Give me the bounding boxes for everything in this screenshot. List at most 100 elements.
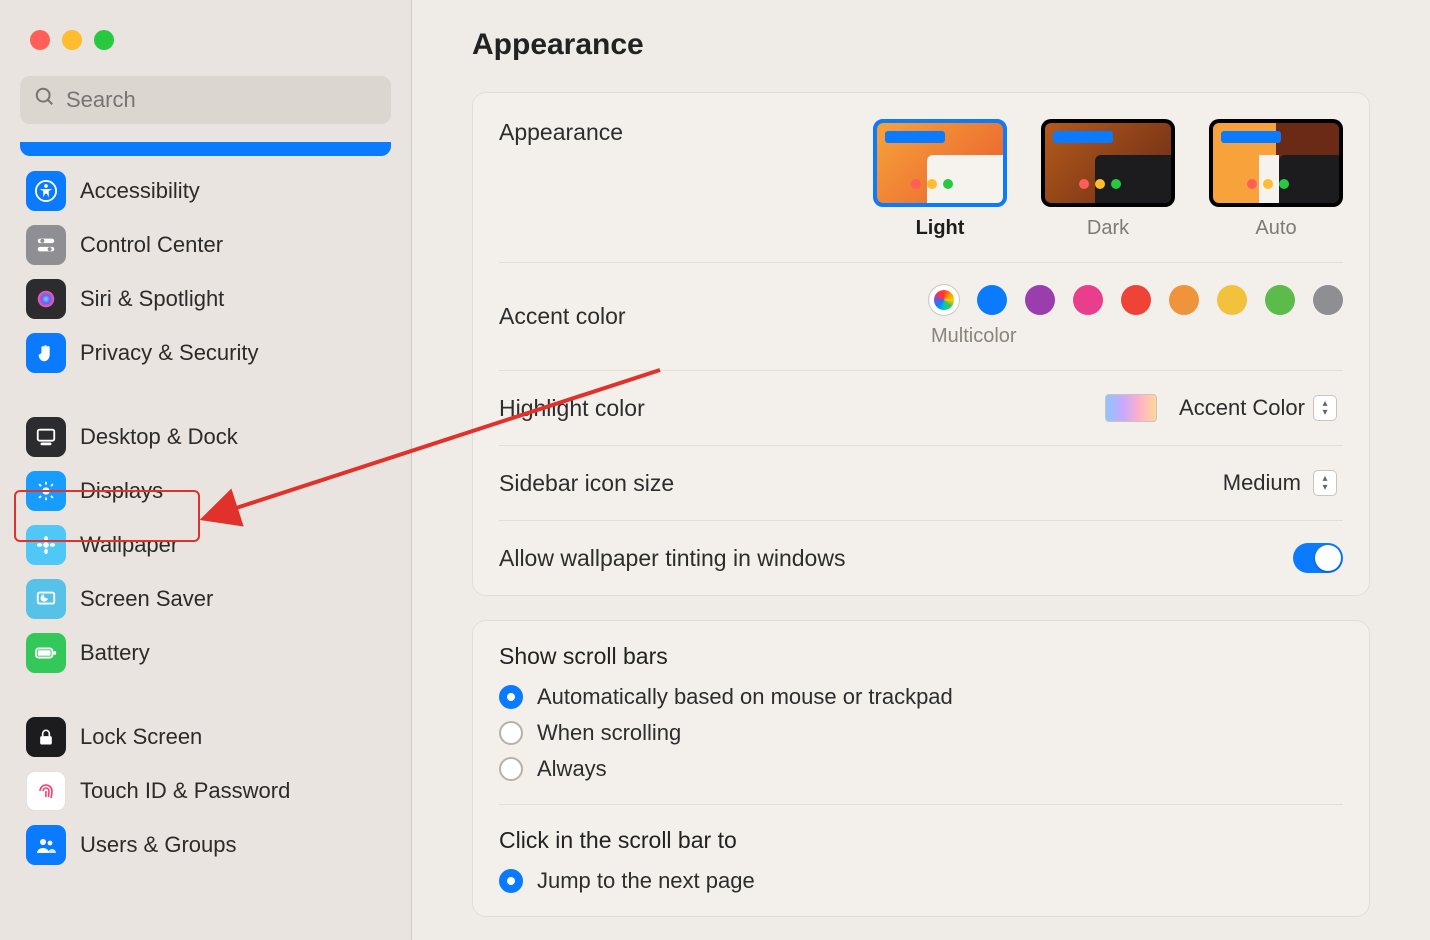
sidebar-icon-size-row: Sidebar icon size Medium ▴▾ <box>499 446 1343 521</box>
sidebar-item-label: Control Center <box>80 232 223 258</box>
sidebar-item-accessibility[interactable]: Accessibility <box>20 164 391 218</box>
scroll-option-when-scrolling[interactable]: When scrolling <box>499 720 1343 746</box>
window-controls <box>0 0 411 50</box>
radio-label: Always <box>537 756 607 782</box>
appearance-option-label: Dark <box>1041 217 1175 240</box>
minimize-window-button[interactable] <box>62 30 82 50</box>
stepper-icon: ▴▾ <box>1313 470 1337 496</box>
search-icon <box>34 86 56 114</box>
click-scrollbar-group: Click in the scroll bar to Jump to the n… <box>499 805 1343 916</box>
highlight-color-label: Highlight color <box>499 395 645 422</box>
sidebar-item-users-groups[interactable]: Users & Groups <box>20 818 391 872</box>
sidebar-item-label: Battery <box>80 640 150 666</box>
sidebar-item-siri-spotlight[interactable]: Siri & Spotlight <box>20 272 391 326</box>
sidebar-item-label: Touch ID & Password <box>80 778 290 804</box>
sidebar-item-wallpaper[interactable]: Wallpaper <box>20 518 391 572</box>
wallpaper-tinting-toggle[interactable] <box>1293 543 1343 573</box>
appearance-option-light[interactable]: Light <box>873 119 1007 240</box>
sidebar-selected-item-peek[interactable] <box>20 142 391 156</box>
accent-swatch-red[interactable] <box>1121 285 1151 315</box>
sidebar-icon-size-label: Sidebar icon size <box>499 470 674 497</box>
scroll-bars-group: Show scroll bars Automatically based on … <box>499 621 1343 805</box>
search-input[interactable] <box>66 87 377 113</box>
users-icon <box>26 825 66 865</box>
wallpaper-tinting-label: Allow wallpaper tinting in windows <box>499 545 845 572</box>
radio-label: Jump to the next page <box>537 868 755 894</box>
radio-icon <box>499 869 523 893</box>
select-value: Medium <box>1223 470 1301 496</box>
accent-swatch-yellow[interactable] <box>1217 285 1247 315</box>
sidebar-item-label: Screen Saver <box>80 586 213 612</box>
highlight-color-preview <box>1105 394 1157 422</box>
sidebar-item-label: Accessibility <box>80 178 200 204</box>
sidebar-item-label: Siri & Spotlight <box>80 286 224 312</box>
lock-icon <box>26 717 66 757</box>
sidebar-item-label: Lock Screen <box>80 724 202 750</box>
select-value: Accent Color <box>1179 395 1305 421</box>
fingerprint-icon <box>26 771 66 811</box>
battery-icon <box>26 633 66 673</box>
scroll-bars-heading: Show scroll bars <box>499 643 1343 670</box>
sidebar-item-label: Displays <box>80 478 163 504</box>
appearance-panel: Appearance Light Dark <box>472 92 1370 596</box>
radio-icon <box>499 721 523 745</box>
wallpaper-icon <box>26 525 66 565</box>
zoom-window-button[interactable] <box>94 30 114 50</box>
scroll-option-auto[interactable]: Automatically based on mouse or trackpad <box>499 684 1343 710</box>
sidebar-item-label: Users & Groups <box>80 832 237 858</box>
accent-color-caption: Multicolor <box>931 325 1017 348</box>
accent-swatch-orange[interactable] <box>1169 285 1199 315</box>
accent-color-swatches <box>929 285 1343 315</box>
sliders-icon <box>26 225 66 265</box>
appearance-options: Light Dark Auto <box>873 119 1343 240</box>
sidebar-nav: Accessibility Control Center Siri & Spot… <box>0 142 411 872</box>
accent-swatch-purple[interactable] <box>1025 285 1055 315</box>
brightness-icon <box>26 471 66 511</box>
click-scrollbar-heading: Click in the scroll bar to <box>499 827 1343 854</box>
search-field[interactable] <box>20 76 391 124</box>
highlight-color-select[interactable]: Accent Color ▴▾ <box>1169 393 1343 423</box>
sidebar-item-label: Desktop & Dock <box>80 424 238 450</box>
sidebar-item-label: Privacy & Security <box>80 340 259 366</box>
sidebar-item-touch-id[interactable]: Touch ID & Password <box>20 764 391 818</box>
dock-icon <box>26 417 66 457</box>
appearance-row: Appearance Light Dark <box>499 93 1343 263</box>
page-title: Appearance <box>472 28 1370 62</box>
accent-swatch-graphite[interactable] <box>1313 285 1343 315</box>
sidebar-item-lock-screen[interactable]: Lock Screen <box>20 710 391 764</box>
accent-swatch-green[interactable] <box>1265 285 1295 315</box>
highlight-color-row: Highlight color Accent Color ▴▾ <box>499 371 1343 446</box>
siri-icon <box>26 279 66 319</box>
main-content: Appearance Appearance Light Dark <box>412 0 1430 940</box>
sidebar: Accessibility Control Center Siri & Spot… <box>0 0 412 940</box>
accent-swatch-blue[interactable] <box>977 285 1007 315</box>
sidebar-item-screen-saver[interactable]: Screen Saver <box>20 572 391 626</box>
scroll-panel: Show scroll bars Automatically based on … <box>472 620 1370 917</box>
sidebar-icon-size-select[interactable]: Medium ▴▾ <box>1213 468 1343 498</box>
hand-icon <box>26 333 66 373</box>
scroll-option-always[interactable]: Always <box>499 756 1343 782</box>
radio-label: When scrolling <box>537 720 681 746</box>
appearance-label: Appearance <box>499 119 623 146</box>
screensaver-icon <box>26 579 66 619</box>
wallpaper-tinting-row: Allow wallpaper tinting in windows <box>499 521 1343 595</box>
click-scrollbar-option-next-page[interactable]: Jump to the next page <box>499 868 1343 894</box>
appearance-option-label: Auto <box>1209 217 1343 240</box>
sidebar-item-battery[interactable]: Battery <box>20 626 391 680</box>
accent-swatch-multicolor[interactable] <box>929 285 959 315</box>
appearance-option-auto[interactable]: Auto <box>1209 119 1343 240</box>
radio-label: Automatically based on mouse or trackpad <box>537 684 953 710</box>
radio-icon <box>499 685 523 709</box>
sidebar-item-displays[interactable]: Displays <box>20 464 391 518</box>
settings-window: Accessibility Control Center Siri & Spot… <box>0 0 1430 940</box>
sidebar-item-privacy-security[interactable]: Privacy & Security <box>20 326 391 380</box>
radio-icon <box>499 757 523 781</box>
sidebar-item-control-center[interactable]: Control Center <box>20 218 391 272</box>
close-window-button[interactable] <box>30 30 50 50</box>
appearance-option-dark[interactable]: Dark <box>1041 119 1175 240</box>
accent-color-row: Accent color Multicolor <box>499 263 1343 371</box>
sidebar-item-desktop-dock[interactable]: Desktop & Dock <box>20 410 391 464</box>
accent-swatch-pink[interactable] <box>1073 285 1103 315</box>
accessibility-icon <box>26 171 66 211</box>
appearance-option-label: Light <box>873 217 1007 240</box>
